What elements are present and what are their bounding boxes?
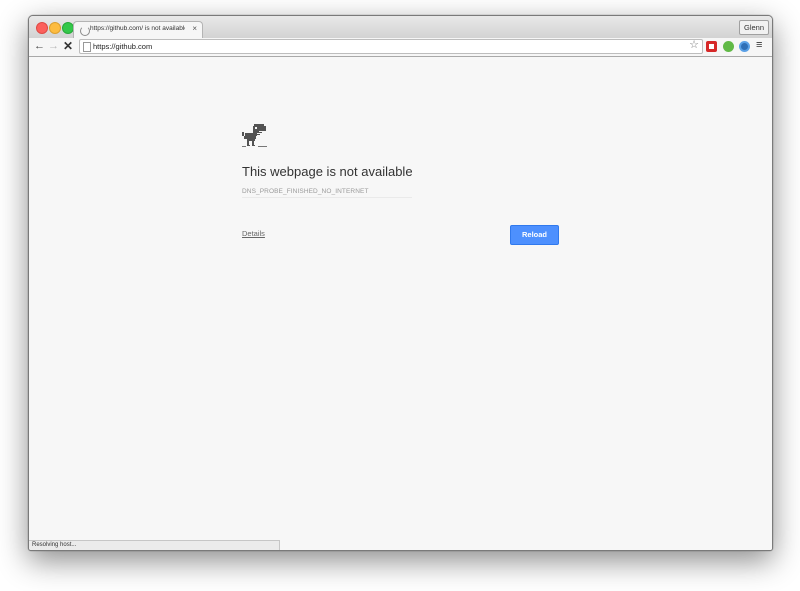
reload-button[interactable]: Reload	[510, 225, 559, 245]
extension-red-icon[interactable]	[706, 41, 717, 52]
tab-title: https://github.com/ is not available	[90, 25, 185, 32]
page-content: This webpage is not available DNS_PROBE_…	[29, 57, 772, 550]
page-icon	[83, 42, 91, 52]
back-icon[interactable]: ←	[34, 39, 45, 53]
url-text[interactable]: https://github.com	[93, 41, 152, 52]
title-bar: https://github.com/ is not available × G…	[29, 16, 772, 39]
error-title: This webpage is not available	[242, 164, 413, 179]
error-code: DNS_PROBE_FINISHED_NO_INTERNET	[242, 188, 412, 198]
offline-dino-icon	[242, 124, 267, 147]
extension-blue-icon[interactable]	[739, 41, 750, 52]
address-bar[interactable]: https://github.com ☆	[79, 39, 703, 54]
browser-window: https://github.com/ is not available × G…	[28, 15, 773, 551]
browser-toolbar: ← → ✕ https://github.com ☆ ≡	[29, 38, 772, 57]
minimize-window-button[interactable]	[49, 22, 61, 34]
extension-green-icon[interactable]	[723, 41, 734, 52]
tab-close-icon[interactable]: ×	[192, 24, 197, 33]
status-bubble: Resolving host...	[29, 540, 280, 550]
forward-icon[interactable]: →	[48, 39, 59, 53]
details-link[interactable]: Details	[242, 229, 265, 238]
loading-spinner-icon	[80, 26, 90, 36]
close-window-button[interactable]	[36, 22, 48, 34]
chrome-menu-icon[interactable]: ≡	[756, 39, 762, 51]
tab-active[interactable]: https://github.com/ is not available ×	[73, 21, 203, 39]
profile-button[interactable]: Glenn	[738, 20, 769, 35]
stop-loading-icon[interactable]: ✕	[63, 39, 73, 53]
bookmark-star-icon[interactable]: ☆	[689, 38, 699, 51]
